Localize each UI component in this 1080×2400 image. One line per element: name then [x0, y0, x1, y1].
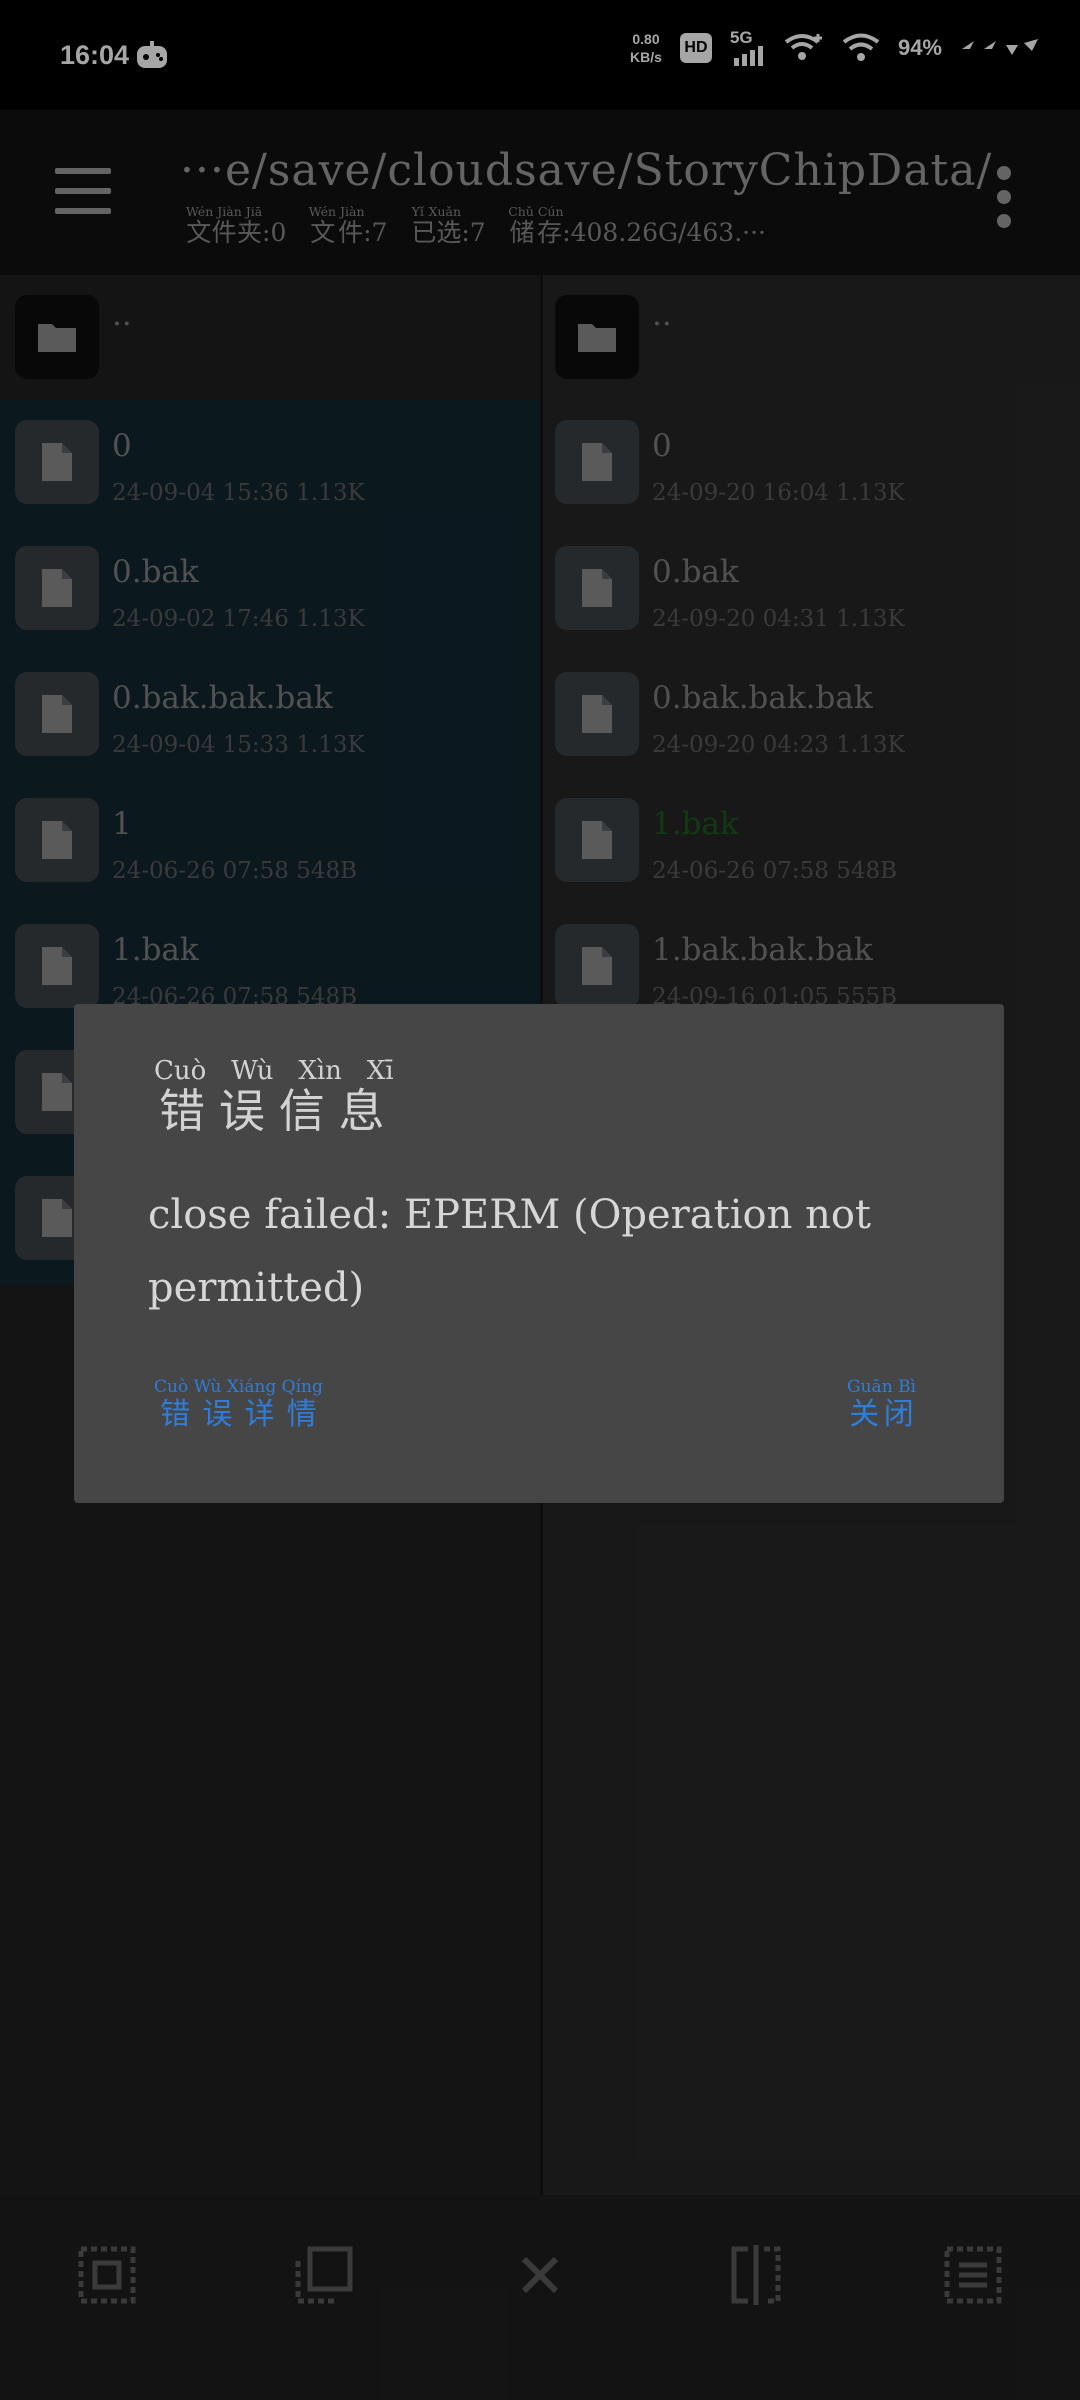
dialog-title: 错误信息Cuò Wù Xìn Xī — [154, 1056, 394, 1138]
dialog-title-text: 错误信息 — [154, 1084, 394, 1138]
close-button[interactable]: 关闭Guān Bì — [847, 1377, 916, 1433]
close-button-label: 关闭 — [847, 1397, 916, 1432]
error-details-button[interactable]: 错误详情Cuò Wù Xiáng Qíng — [154, 1377, 323, 1433]
error-details-label: 错误详情 — [154, 1397, 323, 1432]
error-dialog: 错误信息Cuò Wù Xìn Xī close failed: EPERM (O… — [74, 1004, 1004, 1503]
dialog-message: close failed: EPERM (Operation not permi… — [148, 1192, 871, 1311]
